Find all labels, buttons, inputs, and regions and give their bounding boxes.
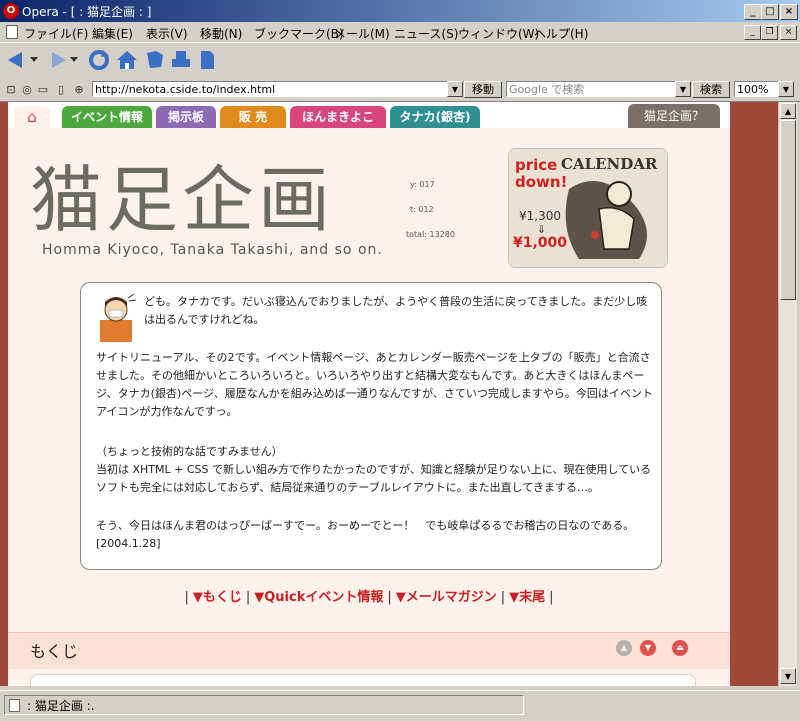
menu-view[interactable]: 表示(V) (146, 25, 188, 42)
home-icon (117, 51, 137, 69)
back-button[interactable] (4, 47, 30, 73)
banner-title: CALENDAR (561, 155, 658, 173)
forward-icon (52, 52, 66, 68)
mdi-restore-button[interactable]: ❐ (761, 25, 778, 40)
status-title: : 猫足企画 :. (27, 699, 95, 713)
link-mail-magazine[interactable]: ▼メールマガジン (396, 590, 497, 605)
go-button[interactable]: 移動 (464, 81, 502, 98)
address-bar: ⊡ ◎ ▭ ▯ ⊕ http://nekota.cside.to/index.h… (0, 79, 800, 102)
banner-new-price: ¥1,000 (513, 235, 568, 251)
menu-edit[interactable]: 編集(E) (92, 25, 133, 42)
message-p2: サイトリニューアル、その2です。イベント情報ページ、あとカレンダー販売ページを上… (96, 351, 653, 418)
counter-total: total: 13280 (406, 230, 455, 239)
tab-shop[interactable]: 販 売 (220, 106, 286, 128)
message-p1: ども。タナカです。だいぶ寝込んでおりましたが、ようやく普段の生活に戻ってきました… (144, 295, 648, 326)
page-button[interactable] (194, 47, 220, 73)
page-icon (201, 51, 214, 69)
dropdown-icon (70, 57, 78, 62)
counter-yesterday: t: 012 (410, 205, 434, 214)
link-end[interactable]: ▼末尾 (509, 590, 545, 605)
document-icon (6, 25, 18, 39)
home-tab[interactable]: ⌂ (14, 106, 50, 128)
scroll-down-icon[interactable]: ▼ (640, 640, 656, 656)
home-icon: ⌂ (27, 108, 37, 126)
status-bar: : 猫足企画 :. (0, 690, 800, 721)
message-p4: そう、今日はほんま君のはっぴーばーすでー。おーめーでとー！ でも岐阜ぱるるでお稽… (96, 519, 635, 550)
page-viewport: ⌂ イベント情報 掲示板 販 売 ほんまきよこ タナカ(銀杏) 猫足企画？ 猫足… (0, 102, 778, 686)
opera-logo-icon: O (3, 3, 19, 19)
counter-today: y: 017 (410, 180, 435, 189)
security-icon[interactable]: ⊡ (4, 83, 18, 97)
status-text: : 猫足企画 :. (4, 695, 524, 715)
menu-file[interactable]: ファイル(F) (24, 25, 88, 42)
mdi-close-button[interactable]: × (780, 25, 797, 40)
site-logo: 猫足企画 (30, 158, 335, 242)
tab-events[interactable]: イベント情報 (62, 106, 152, 128)
close-button[interactable]: × (780, 4, 798, 20)
forward-history-button[interactable] (68, 47, 80, 73)
url-input[interactable]: http://nekota.cside.to/index.html (92, 81, 462, 97)
maximize-button[interactable]: □ (761, 4, 779, 20)
home-button[interactable] (114, 47, 140, 73)
menu-bar: ファイル(F) 編集(E) 表示(V) 移動(N) ブックマーク(B) メール(… (0, 22, 800, 42)
scroll-up-button[interactable]: ▲ (780, 103, 796, 119)
forward-button[interactable] (44, 47, 70, 73)
dropdown-icon (30, 57, 38, 62)
section-title: もくじ (30, 642, 79, 661)
window-title: Opera - [ : 猫足企画 : ] (22, 5, 152, 19)
link-quick-events[interactable]: ▼Quickイベント情報 (254, 590, 383, 605)
print-button[interactable] (168, 47, 194, 73)
scroll-up-icon[interactable]: ▲ (616, 640, 632, 656)
search-input[interactable]: Google で検索 (506, 81, 690, 97)
vertical-scrollbar[interactable]: ▲ ▼ (778, 102, 797, 686)
menu-news[interactable]: ニュース(S) (394, 25, 458, 42)
calendar-banner[interactable]: CALENDAR price down! ¥1,300 ⇓ ¥1,000 (508, 148, 668, 268)
quick-nav: | ▼もくじ | ▼Quickイベント情報 | ▼メールマガジン | ▼末尾 | (184, 590, 554, 605)
page-info-icon[interactable]: ▭ (36, 83, 50, 97)
search-button[interactable]: 検索 (692, 81, 730, 98)
message-p3b: 当初は XHTML + CSS で新しい組み方で作りたかったのですが、知識と経験… (96, 463, 652, 494)
tab-about[interactable]: 猫足企画？ (628, 104, 720, 128)
tanaka-avatar (94, 292, 138, 342)
info-icon[interactable]: ◎ (20, 83, 34, 97)
zoom-dropdown-button[interactable]: ▼ (778, 81, 794, 97)
back-icon (8, 52, 22, 68)
search-dropdown-button[interactable]: ▼ (675, 81, 691, 97)
print-icon (172, 51, 190, 67)
menu-mail[interactable]: メール(M) (334, 25, 390, 42)
menu-window[interactable]: ウィンドウ(W) (458, 25, 539, 42)
banner-tag: price down! (515, 156, 568, 191)
mdi-minimize-button[interactable]: _ (744, 25, 761, 40)
back-history-button[interactable] (28, 47, 40, 73)
minimize-button[interactable]: _ (744, 4, 762, 20)
message-p3a: （ちょっと技術的な話ですみません） (96, 445, 283, 458)
user-icon[interactable]: ⊕ (72, 83, 86, 97)
page-status-icon (9, 699, 20, 712)
hotlist-icon (147, 51, 163, 68)
link-contents[interactable]: ▼もくじ (193, 590, 242, 605)
reload-button[interactable] (86, 47, 112, 73)
toolbar (0, 42, 800, 80)
contents-box (30, 674, 696, 686)
tab-tanaka[interactable]: タナカ(銀杏) (390, 106, 480, 128)
menu-help[interactable]: ヘルプ(H) (534, 25, 588, 42)
reload-icon (89, 50, 109, 70)
doc-icon[interactable]: ▯ (54, 83, 68, 97)
banner-old-price: ¥1,300 (519, 209, 561, 223)
url-dropdown-button[interactable]: ▼ (447, 81, 463, 97)
scrollbar-thumb[interactable] (780, 120, 796, 300)
title-bar: O Opera - [ : 猫足企画 : ] _ □ × (0, 0, 800, 22)
menu-bookmarks[interactable]: ブックマーク(B) (254, 25, 344, 42)
page-content: ⌂ イベント情報 掲示板 販 売 ほんまきよこ タナカ(銀杏) 猫足企画？ 猫足… (8, 102, 730, 686)
menu-navigate[interactable]: 移動(N) (200, 25, 242, 42)
hotlist-button[interactable] (142, 47, 168, 73)
scroll-top-icon[interactable]: ⏏ (672, 640, 688, 656)
tab-bbs[interactable]: 掲示板 (156, 106, 216, 128)
scroll-down-button[interactable]: ▼ (780, 668, 796, 684)
tab-homma[interactable]: ほんまきよこ (290, 106, 386, 128)
site-subtitle: Homma Kiyoco, Tanaka Takashi, and so on. (42, 242, 383, 258)
